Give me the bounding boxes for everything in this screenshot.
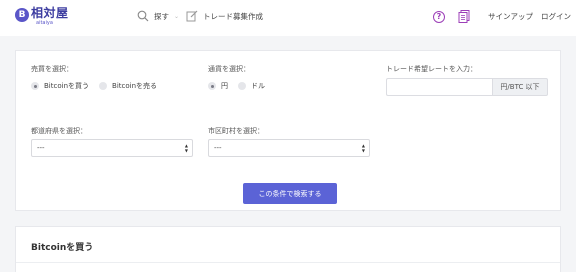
radio-buy[interactable] bbox=[31, 82, 39, 90]
radio-sell-label[interactable]: Bitcoinを売る bbox=[112, 81, 157, 91]
search-button[interactable]: この条件で検索する bbox=[243, 183, 337, 204]
main-nav: 探す ⌄ トレード募集作成 bbox=[137, 10, 263, 22]
results-card: Bitcoinを買う bbox=[15, 226, 561, 272]
prefecture-select[interactable]: --- ▲ ▼ bbox=[31, 139, 193, 157]
radio-yen-label[interactable]: 円 bbox=[221, 81, 228, 91]
magnifier-icon bbox=[137, 10, 149, 22]
trade-type-radio-group: Bitcoinを買う Bitcoinを売る bbox=[31, 81, 167, 91]
trade-type-label: 売買を選択： bbox=[31, 65, 73, 73]
city-select-value: --- bbox=[214, 144, 222, 152]
nav-search[interactable]: 探す ⌄ bbox=[137, 10, 186, 22]
divider bbox=[16, 262, 560, 263]
site-header: B 相対屋 aitaiya 探す ⌄ トレード募集作成 ? サインアップ ログイ… bbox=[0, 0, 576, 36]
select-arrows-icon: ▲ ▼ bbox=[184, 143, 188, 153]
search-form-card: 売買を選択： Bitcoinを買う Bitcoinを売る 通貨を選択： 円 ドル… bbox=[15, 50, 561, 211]
radio-buy-label[interactable]: Bitcoinを買う bbox=[44, 81, 89, 91]
rate-label: トレード希望レートを入力： bbox=[386, 65, 477, 73]
city-select[interactable]: --- ▲ ▼ bbox=[208, 139, 370, 157]
edit-icon bbox=[186, 10, 198, 22]
chevron-down-icon: ⌄ bbox=[174, 12, 180, 20]
document-icon[interactable] bbox=[458, 10, 470, 23]
currency-label: 通貨を選択： bbox=[208, 65, 250, 73]
prefecture-select-value: --- bbox=[37, 144, 45, 152]
radio-dollar-label[interactable]: ドル bbox=[251, 81, 265, 91]
rate-input-group: 円/BTC 以下 bbox=[386, 78, 548, 96]
radio-sell[interactable] bbox=[99, 82, 108, 90]
site-logo[interactable]: B 相対屋 aitaiya bbox=[15, 6, 69, 26]
radio-yen[interactable] bbox=[208, 82, 216, 90]
logo-badge-icon: B bbox=[15, 8, 29, 22]
radio-dollar[interactable] bbox=[238, 82, 246, 90]
nav-create-trade[interactable]: トレード募集作成 bbox=[186, 10, 263, 22]
user-nav: ? サインアップ ログイン bbox=[433, 10, 571, 23]
nav-create-label: トレード募集作成 bbox=[203, 11, 264, 21]
logo-wordmark: 相対屋 bbox=[31, 6, 69, 20]
help-icon[interactable]: ? bbox=[433, 10, 445, 23]
signup-link[interactable]: サインアップ bbox=[488, 11, 533, 22]
rate-input[interactable] bbox=[386, 78, 492, 96]
results-title: Bitcoinを買う bbox=[31, 243, 94, 253]
logo-subtext: aitaiya bbox=[36, 20, 53, 26]
city-label: 市区町村を選択： bbox=[208, 127, 264, 135]
prefecture-label: 都道府県を選択： bbox=[31, 127, 87, 135]
currency-radio-group: 円 ドル bbox=[208, 81, 275, 91]
rate-unit-addon: 円/BTC 以下 bbox=[492, 78, 548, 96]
nav-search-label: 探す bbox=[154, 11, 169, 21]
login-link[interactable]: ログイン bbox=[541, 11, 571, 22]
select-arrows-icon: ▲ ▼ bbox=[361, 143, 365, 153]
